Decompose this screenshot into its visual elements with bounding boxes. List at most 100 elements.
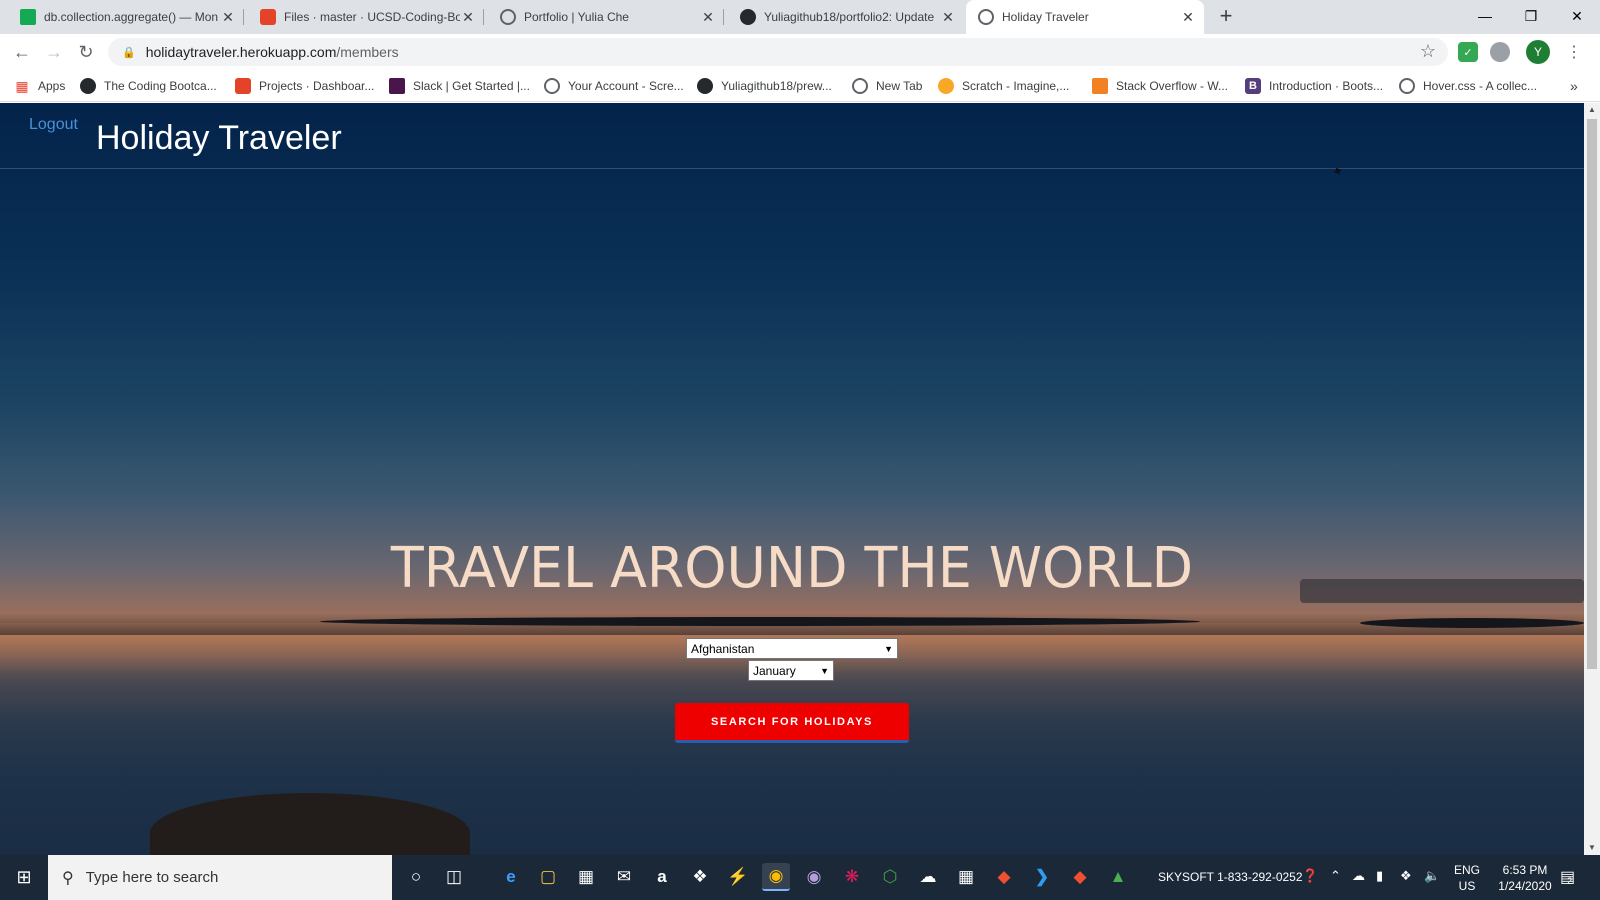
bookmark-label: Apps [38, 79, 66, 93]
git-icon[interactable]: ◆ [990, 863, 1018, 891]
action-center-icon[interactable]: ▤2 [1560, 867, 1580, 887]
language-indicator[interactable]: ENG US [1454, 862, 1480, 894]
git-bash-icon[interactable]: ◆ [1066, 863, 1094, 891]
search-holidays-button[interactable]: SEARCH FOR HOLIDAYS [675, 703, 909, 743]
bookmark-stack-overflow[interactable]: Stack Overflow - W... [1092, 77, 1228, 95]
file-explorer-icon[interactable]: ▢ [534, 863, 562, 891]
back-icon[interactable]: ← [10, 40, 34, 64]
github-icon [80, 78, 96, 94]
foreground-rocks [150, 793, 470, 855]
dropbox-icon[interactable]: ❖ [686, 863, 714, 891]
tab-separator [483, 9, 484, 25]
bookmark-projects-dashboard[interactable]: Projects · Dashboar... [235, 77, 374, 95]
taskbar-search-input[interactable]: ⚲ Type here to search [48, 855, 392, 900]
lightning-app-icon[interactable]: ⚡ [724, 863, 752, 891]
url-path: /members [336, 44, 399, 60]
tab-holiday-traveler[interactable]: Holiday Traveler ✕ [966, 0, 1204, 34]
chrome-icon[interactable]: ◉ [762, 863, 790, 891]
cortana-icon[interactable]: ○ [402, 863, 430, 891]
page-scrollbar[interactable]: ▲ ▼ [1584, 103, 1600, 855]
bookmark-label: Introduction · Boots... [1269, 79, 1384, 93]
tray-label: SKYSOFT 1-833-292-0252 [1158, 870, 1303, 884]
tab-gitlab[interactable]: Files · master · UCSD-Coding-Boc ✕ [248, 0, 484, 34]
scroll-up-icon[interactable]: ▲ [1584, 103, 1600, 117]
bookmark-scratch[interactable]: Scratch - Imagine,... [938, 77, 1069, 95]
tab-github-portfolio2[interactable]: Yuliagithub18/portfolio2: Update ✕ [728, 0, 964, 34]
bookmark-your-account[interactable]: Your Account - Scre... [544, 77, 684, 95]
slack-icon [389, 78, 405, 94]
bookmark-hover-css[interactable]: Hover.css - A collec... [1399, 77, 1537, 95]
bookmark-yuliagithub[interactable]: Yuliagithub18/prew... [697, 77, 832, 95]
vscode-icon[interactable]: ❯ [1028, 863, 1056, 891]
month-select[interactable]: January ▼ [748, 660, 834, 681]
page-hero: Logout Holiday Traveler ✦ TRAVEL AROUND … [0, 103, 1584, 855]
menu-kebab-icon[interactable]: ⋮ [1562, 40, 1586, 64]
apps-grid-icon: ▦ [15, 77, 29, 94]
scrollbar-thumb[interactable] [1587, 119, 1597, 669]
bookmark-label: The Coding Bootca... [104, 79, 217, 93]
close-icon[interactable]: ✕ [940, 9, 956, 26]
taskbar-search-placeholder: Type here to search [85, 869, 219, 886]
tab-title: db.collection.aggregate() — Mon [44, 10, 219, 24]
bookmarks-overflow-icon[interactable]: » [1570, 77, 1578, 95]
system-clock[interactable]: 6:53 PM 1/24/2020 [1494, 862, 1556, 894]
mongodb-compass-icon[interactable]: ▲ [1104, 863, 1132, 891]
mail-icon[interactable]: ✉ [610, 863, 638, 891]
new-tab-button[interactable]: + [1214, 5, 1238, 29]
url-host: holidaytraveler.herokuapp.com [145, 44, 337, 60]
help-icon[interactable]: ❓ [1302, 868, 1318, 884]
tab-portfolio[interactable]: Portfolio | Yulia Che ✕ [488, 0, 724, 34]
bookmark-bootstrap[interactable]: B Introduction · Boots... [1245, 77, 1383, 95]
extension-icon[interactable] [1490, 42, 1510, 62]
restore-icon[interactable]: ❐ [1508, 0, 1554, 32]
country-select[interactable]: Afghanistan ▼ [686, 638, 898, 659]
window-close-icon[interactable]: ✕ [1554, 0, 1600, 32]
tab-mongodb[interactable]: db.collection.aggregate() — Mon ✕ [8, 0, 244, 34]
calculator-icon[interactable]: ▦ [952, 863, 980, 891]
bookmark-label: Scratch - Imagine,... [962, 79, 1070, 93]
site-navbar: Logout Holiday Traveler [0, 103, 1584, 169]
site-brand[interactable]: Holiday Traveler [96, 119, 342, 158]
forward-icon[interactable]: → [42, 40, 66, 64]
tab-title: Holiday Traveler [1002, 10, 1089, 24]
bookmark-coding-bootcamp[interactable]: The Coding Bootca... [80, 77, 217, 95]
store-icon[interactable]: ▦ [572, 863, 600, 891]
bookmark-label: New Tab [876, 79, 923, 93]
volume-muted-icon[interactable]: 🔈 [1424, 868, 1440, 884]
browser-toolbar: ← → ↻ 🔒 holidaytraveler.herokuapp.com/me… [0, 34, 1600, 70]
onedrive-icon[interactable]: ☁ [1352, 868, 1365, 884]
windows-start-icon[interactable]: ⊞ [0, 855, 48, 900]
close-icon[interactable]: ✕ [1180, 9, 1196, 26]
minimize-icon[interactable]: — [1462, 0, 1508, 32]
edge-icon[interactable]: e [497, 863, 525, 891]
close-icon[interactable]: ✕ [700, 9, 716, 26]
wifi-icon[interactable]: ❖ [1400, 868, 1412, 884]
github-desktop-icon[interactable]: ◉ [800, 863, 828, 891]
bookmarks-bar: ▦ Apps The Coding Bootca... Projects · D… [0, 70, 1600, 102]
bookmark-label: Yuliagithub18/prew... [721, 79, 832, 93]
profile-avatar[interactable]: Y [1526, 40, 1550, 64]
show-hidden-icons[interactable]: ⌃ [1330, 868, 1341, 884]
logout-link[interactable]: Logout [29, 116, 78, 134]
clock-time: 6:53 PM [1502, 863, 1548, 877]
node-icon[interactable]: ⬡ [876, 863, 904, 891]
bookmark-slack[interactable]: Slack | Get Started |... [389, 77, 530, 95]
address-bar[interactable]: 🔒 holidaytraveler.herokuapp.com/members … [108, 38, 1448, 66]
scroll-down-icon[interactable]: ▼ [1584, 841, 1600, 855]
amazon-icon[interactable]: a [648, 863, 676, 891]
bookmark-new-tab[interactable]: New Tab [852, 77, 922, 95]
clock-date: 1/24/2020 [1498, 879, 1552, 893]
bookmark-star-icon[interactable]: ☆ [1420, 41, 1436, 62]
close-icon[interactable]: ✕ [460, 9, 476, 26]
task-view-icon[interactable]: ◫ [440, 863, 468, 891]
shield-extension-icon[interactable]: ✓ [1458, 42, 1478, 62]
tab-separator [723, 9, 724, 25]
slack-taskbar-icon[interactable]: ❋ [838, 863, 866, 891]
search-icon: ⚲ [62, 869, 74, 887]
bookmark-apps[interactable]: ▦ Apps [14, 77, 65, 95]
close-icon[interactable]: ✕ [220, 9, 236, 26]
notification-count: 2 [1567, 876, 1573, 886]
reload-icon[interactable]: ↻ [74, 40, 98, 64]
cloud-app-icon[interactable]: ☁ [914, 863, 942, 891]
battery-icon[interactable]: ▮ [1376, 868, 1383, 884]
